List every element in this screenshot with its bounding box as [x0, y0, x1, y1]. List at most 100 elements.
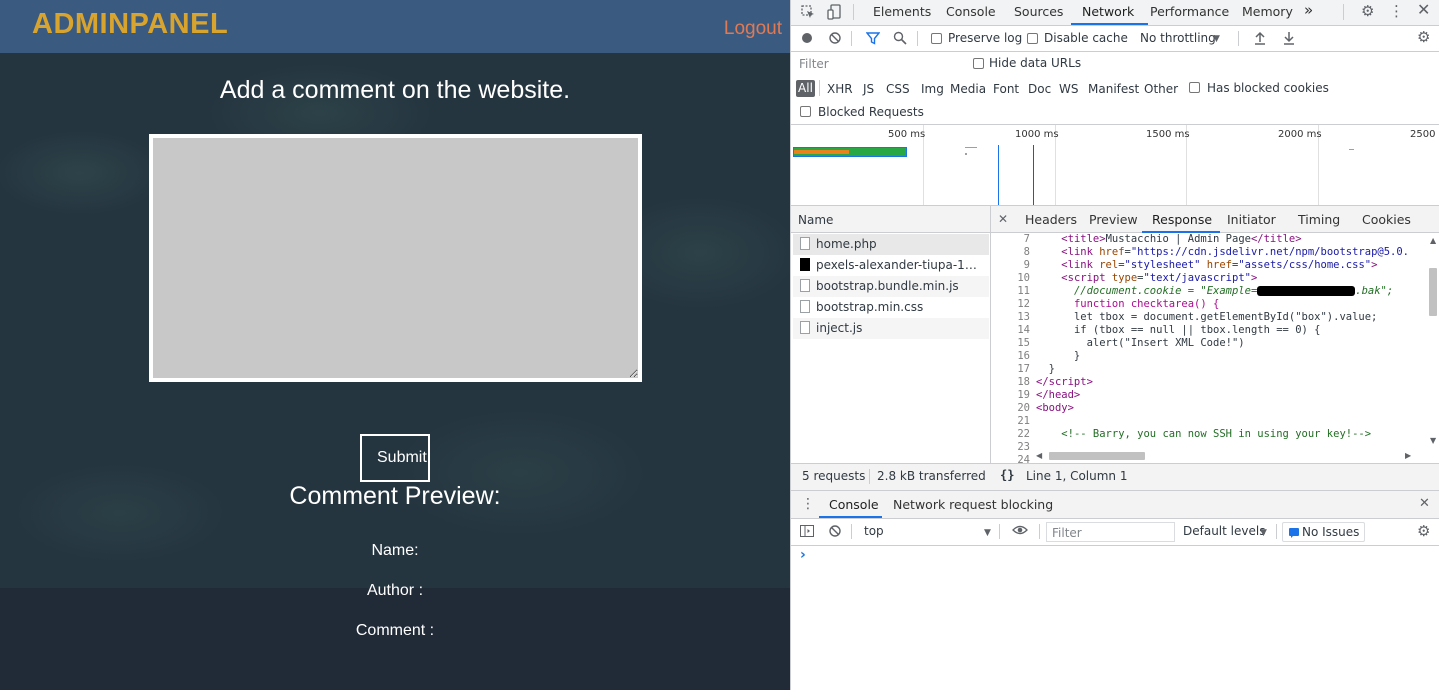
preserve-log-label: Preserve log	[948, 31, 1023, 45]
detail-tab-initiator[interactable]: Initiator	[1227, 212, 1276, 227]
split-divider[interactable]	[990, 206, 991, 490]
pretty-print-icon[interactable]: {}	[1000, 468, 1014, 482]
line-number: 13	[1017, 311, 1030, 323]
drawer-tabbar: ⋮ Console Network request blocking ✕	[791, 491, 1439, 518]
name-column-header[interactable]: Name	[791, 206, 990, 233]
tab-network[interactable]: Network	[1082, 4, 1134, 19]
export-har-icon[interactable]	[1283, 31, 1295, 48]
request-row[interactable]: pexels-alexander-tiupa-1921…	[793, 255, 989, 276]
has-blocked-cookies-checkbox[interactable]	[1189, 82, 1200, 93]
clear-console-icon[interactable]	[829, 525, 841, 540]
request-row[interactable]: bootstrap.bundle.min.js	[793, 276, 989, 297]
close-drawer-icon[interactable]: ✕	[1419, 497, 1430, 511]
filter-type-other[interactable]: Other	[1144, 82, 1178, 96]
request-row[interactable]: home.php	[793, 234, 989, 255]
detail-tabbar: ✕ Headers Preview Response Initiator Tim…	[991, 206, 1439, 233]
line-number: 9	[1023, 259, 1030, 271]
code-line: <link href="https://cdn.jsdelivr.net/npm…	[1061, 246, 1410, 258]
tab-console[interactable]: Console	[946, 4, 996, 19]
toolbar-divider	[1343, 4, 1344, 20]
issues-button[interactable]: No Issues	[1282, 522, 1365, 542]
more-tabs-icon[interactable]: »	[1304, 1, 1313, 19]
tab-memory[interactable]: Memory	[1242, 4, 1293, 19]
logout-link[interactable]: Logout	[724, 18, 782, 40]
submit-button[interactable]: Submit	[360, 434, 430, 482]
drawer-tab-network-request-blocking[interactable]: Network request blocking	[893, 497, 1053, 512]
detail-tab-response[interactable]: Response	[1152, 212, 1212, 227]
console-prompt[interactable]: ›	[800, 547, 806, 563]
context-select[interactable]: top	[864, 524, 884, 538]
horizontal-scrollbar[interactable]: ◀ ▶	[1035, 450, 1415, 462]
line-number: 10	[1017, 272, 1030, 284]
filter-type-doc[interactable]: Doc	[1028, 82, 1051, 96]
filter-type-all[interactable]: All	[796, 80, 815, 97]
filter-type-manifest[interactable]: Manifest	[1088, 82, 1139, 96]
vertical-scrollbar[interactable]: ▲ ▼	[1427, 233, 1439, 448]
code-line: let tbox = document.getElementById("box"…	[1073, 311, 1378, 323]
tab-elements[interactable]: Elements	[873, 4, 931, 19]
line-number: 19	[1017, 389, 1030, 401]
drawer-tab-console[interactable]: Console	[829, 497, 879, 512]
tab-performance[interactable]: Performance	[1150, 4, 1229, 19]
request-name: bootstrap.min.css	[816, 300, 924, 314]
filter-placeholder: Filter	[799, 57, 829, 71]
close-devtools-icon[interactable]: ✕	[1417, 2, 1430, 18]
comment-textarea[interactable]	[149, 134, 642, 382]
detail-tab-cookies[interactable]: Cookies	[1362, 212, 1411, 227]
request-row[interactable]: inject.js	[793, 318, 989, 339]
more-options-icon[interactable]: ⋮	[1389, 4, 1404, 19]
timeline-label: 500 ms	[888, 129, 926, 140]
settings-gear-icon[interactable]: ⚙	[1361, 4, 1374, 19]
network-settings-icon[interactable]: ⚙	[1417, 30, 1430, 45]
filter-type-media[interactable]: Media	[950, 82, 986, 96]
filter-type-xhr[interactable]: XHR	[827, 82, 853, 96]
detail-tab-preview[interactable]: Preview	[1089, 212, 1138, 227]
filter-type-img[interactable]: Img	[921, 82, 944, 96]
chevron-down-icon: ▼	[984, 528, 991, 538]
close-detail-icon[interactable]: ✕	[998, 212, 1008, 226]
disable-cache-checkbox[interactable]	[1027, 33, 1038, 44]
code-line: <title>Mustacchio | Admin Page</title>	[1061, 233, 1302, 245]
line-number: 12	[1017, 298, 1030, 310]
sidebar-toggle-icon[interactable]	[800, 525, 814, 540]
filter-input[interactable]: Filter	[795, 55, 959, 73]
filter-type-font[interactable]: Font	[993, 82, 1019, 96]
blocked-requests-checkbox[interactable]	[800, 106, 811, 117]
log-levels-select[interactable]: Default levels	[1183, 524, 1265, 538]
filter-type-js[interactable]: JS	[863, 82, 874, 96]
line-number: 17	[1017, 363, 1030, 375]
document-icon	[800, 237, 810, 250]
record-icon[interactable]	[801, 32, 813, 47]
line-number: 15	[1017, 337, 1030, 349]
code-line: function checktarea() {	[1073, 298, 1220, 310]
inspect-element-icon[interactable]	[801, 5, 815, 22]
import-har-icon[interactable]	[1254, 31, 1266, 48]
brand-logo[interactable]: ADMINPANEL	[32, 8, 228, 41]
tab-sources[interactable]: Sources	[1014, 4, 1063, 19]
response-code-view[interactable]: 7 8 9 10 11 12 13 14 15 16 17 18 19 20 2…	[994, 233, 1424, 463]
filter-divider	[819, 80, 820, 96]
search-icon[interactable]	[893, 31, 907, 48]
console-filter-input[interactable]: Filter	[1046, 522, 1175, 542]
detail-tab-timing[interactable]: Timing	[1298, 212, 1340, 227]
filter-type-css[interactable]: CSS	[886, 82, 910, 96]
blocked-requests-label: Blocked Requests	[818, 105, 924, 119]
preserve-log-checkbox[interactable]	[931, 33, 942, 44]
line-number: 8	[1023, 246, 1030, 258]
console-settings-icon[interactable]: ⚙	[1417, 524, 1430, 539]
eye-icon[interactable]	[1012, 524, 1028, 539]
detail-tab-headers[interactable]: Headers	[1025, 212, 1077, 227]
hide-data-urls-checkbox[interactable]	[973, 58, 984, 69]
throttling-select[interactable]: No throttling	[1140, 31, 1216, 45]
filter-type-ws[interactable]: WS	[1059, 82, 1078, 96]
document-icon	[800, 321, 810, 334]
timeline-label: 2000 ms	[1278, 129, 1322, 140]
timeline-label: 1000 ms	[1015, 129, 1059, 140]
clear-icon[interactable]	[829, 32, 841, 47]
filter-icon[interactable]	[865, 31, 881, 48]
drawer-menu-icon[interactable]: ⋮	[801, 497, 815, 511]
line-number: 22	[1017, 428, 1030, 440]
name-header-label: Name	[798, 213, 834, 227]
device-toolbar-icon[interactable]	[827, 4, 841, 23]
request-row[interactable]: bootstrap.min.css	[793, 297, 989, 318]
